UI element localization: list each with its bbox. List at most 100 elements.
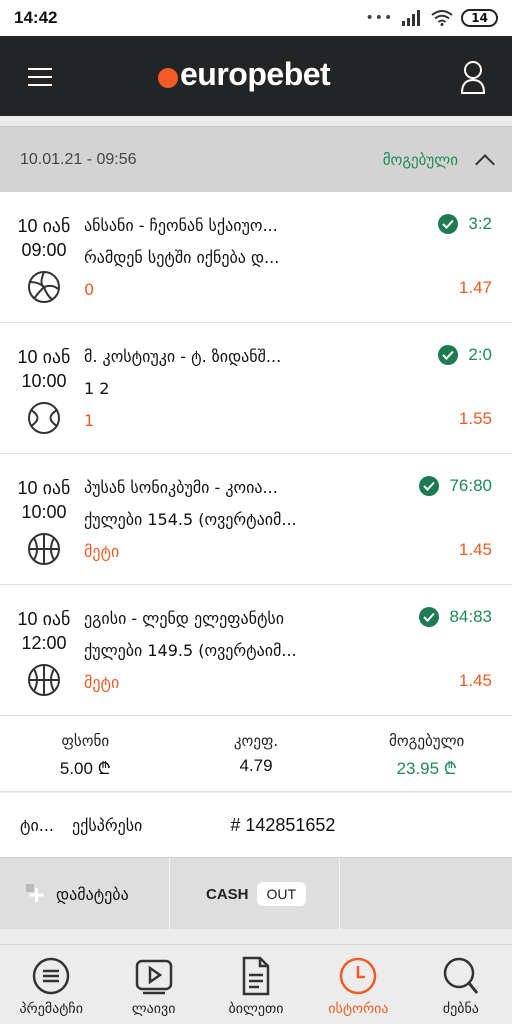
event-market: 1 2	[84, 379, 110, 398]
event-result: 76:80	[419, 476, 492, 496]
app-header: europebet	[0, 36, 512, 116]
event-pick: 0	[84, 280, 95, 299]
basketball-icon	[28, 664, 60, 696]
event-datetime: 10 იან 10:00	[14, 345, 74, 393]
event-pick: მეტი	[84, 542, 120, 561]
event-result: 2:0	[438, 345, 492, 365]
event-date: 10 იან	[17, 216, 71, 236]
bet-datetime: 10.01.21 - 09:56	[20, 150, 137, 168]
event-row: 10 იან 10:00 პუსან სონიკბუმი - კოია... ქ…	[0, 454, 512, 585]
win-column: მოგებული 23.95 ₾	[341, 716, 512, 791]
status-icons: ••• 14	[366, 9, 498, 27]
basketball-icon	[28, 533, 60, 565]
event-odds: 1.45	[458, 671, 492, 690]
bet-type-row: ტი... ექსპრესი # 142851652	[0, 793, 512, 857]
notification-dots-icon: •••	[365, 10, 394, 26]
status-time: 14:42	[14, 8, 58, 27]
nav-label: ბილეთი	[228, 1001, 284, 1017]
check-circle-icon	[419, 607, 440, 627]
out-label: OUT	[256, 882, 307, 906]
wifi-icon	[431, 10, 453, 26]
event-time: 10:00	[21, 502, 67, 522]
stake-label: ფსონი	[61, 732, 110, 750]
check-circle-icon	[438, 214, 459, 234]
tennis-ball-icon	[28, 402, 60, 434]
add-bet-icon	[26, 884, 44, 902]
event-score: 84:83	[449, 607, 492, 626]
stake-column: ფსონი 5.00 ₾	[0, 716, 171, 791]
chevron-up-icon[interactable]	[475, 153, 495, 174]
logo-dot-icon	[158, 67, 178, 88]
nav-prematch[interactable]: პრემატჩი	[0, 945, 102, 1024]
event-row: 10 იან 12:00 ეგისი - ლენდ ელეფანტსი ქულე…	[0, 585, 512, 716]
add-button-label: დამატება	[56, 884, 129, 904]
stake-value: 5.00 ₾	[59, 759, 111, 778]
bet-summary: ფსონი 5.00 ₾ კოეფ. 4.79 მოგებული 23.95 ₾	[0, 716, 512, 792]
win-label: მოგებული	[389, 732, 465, 750]
total-odds-value: 4.79	[239, 756, 273, 775]
event-row: 10 იან 09:00 ანსანი - ჩეონან სქაიუო... რ…	[0, 192, 512, 323]
bet-card-header[interactable]: 10.01.21 - 09:56 მოგებული	[0, 126, 512, 192]
nav-ticket[interactable]: ბილეთი	[205, 945, 307, 1024]
bet-id: # 142851652	[230, 814, 336, 835]
event-score: 3:2	[468, 214, 492, 233]
nav-history[interactable]: ისტორია	[307, 945, 409, 1024]
event-market: ქულები 154.5 (ოვერტაიმ...	[84, 510, 297, 529]
check-circle-icon	[419, 476, 440, 496]
event-row: 10 იან 10:00 მ. კოსტიუკი - ტ. ზიდანშ... …	[0, 323, 512, 454]
brand-logo: europebet	[158, 56, 331, 93]
cash-label: CASH	[206, 885, 249, 903]
event-date: 10 იან	[17, 478, 71, 498]
event-time: 09:00	[21, 240, 67, 260]
play-icon	[135, 959, 172, 995]
odds-column: კოეფ. 4.79	[171, 716, 342, 791]
event-teams: ანსანი - ჩეონან სქაიუო...	[84, 216, 278, 235]
user-icon[interactable]	[460, 60, 486, 94]
event-pick: მეტი	[84, 673, 120, 692]
signal-icon	[402, 10, 421, 26]
event-datetime: 10 იან 12:00	[14, 607, 74, 655]
event-market: რამდენ სეტში იქნება დ...	[84, 248, 280, 267]
total-odds-label: კოეფ.	[233, 732, 279, 750]
event-odds: 1.45	[458, 540, 492, 559]
nav-label: ლაივი	[131, 1001, 176, 1017]
event-datetime: 10 იან 09:00	[14, 214, 74, 262]
nav-live[interactable]: ლაივი	[102, 945, 204, 1024]
ticket-document-icon	[242, 956, 270, 996]
event-time: 12:00	[21, 633, 67, 653]
battery-icon: 14	[461, 9, 498, 27]
event-teams: მ. კოსტიუკი - ტ. ზიდანშ...	[84, 347, 282, 366]
event-odds: 1.47	[458, 278, 492, 297]
event-result: 84:83	[419, 607, 492, 627]
bet-status: მოგებული	[382, 150, 458, 169]
bet-actions: დამატება CASH OUT	[0, 857, 512, 930]
menu-icon[interactable]	[28, 68, 52, 86]
cashout-button[interactable]: CASH OUT	[170, 858, 340, 930]
bet-type-value: ექსპრესი	[72, 815, 143, 835]
event-pick: 1	[84, 411, 95, 430]
event-odds: 1.55	[458, 409, 492, 428]
empty-action-slot	[340, 858, 512, 930]
event-teams: ეგისი - ლენდ ელეფანტსი	[84, 609, 285, 628]
bottom-nav: პრემატჩი ლაივი ბილეთი ისტორია ძებნა	[0, 944, 512, 1024]
status-bar: 14:42 ••• 14	[0, 0, 512, 36]
event-score: 2:0	[468, 345, 492, 364]
bet-type-label: ტი...	[20, 815, 55, 835]
nav-label: ისტორია	[328, 1001, 389, 1017]
win-value: 23.95 ₾	[396, 759, 457, 778]
nav-label: პრემატჩი	[19, 1001, 83, 1017]
add-button[interactable]: დამატება	[0, 858, 170, 930]
nav-search[interactable]: ძებნა	[410, 945, 512, 1024]
clock-icon	[340, 957, 377, 995]
list-circle-icon	[32, 957, 70, 995]
event-time: 10:00	[21, 371, 67, 391]
event-result: 3:2	[438, 214, 492, 234]
event-teams: პუსან სონიკბუმი - კოია...	[84, 478, 278, 497]
event-list: 10 იან 09:00 ანსანი - ჩეონან სქაიუო... რ…	[0, 192, 512, 716]
event-date: 10 იან	[17, 347, 71, 367]
check-circle-icon	[438, 345, 459, 365]
event-market: ქულები 149.5 (ოვერტაიმ...	[84, 641, 297, 660]
search-icon	[443, 957, 478, 994]
event-date: 10 იან	[17, 609, 71, 629]
brand-name: europebet	[180, 56, 331, 92]
